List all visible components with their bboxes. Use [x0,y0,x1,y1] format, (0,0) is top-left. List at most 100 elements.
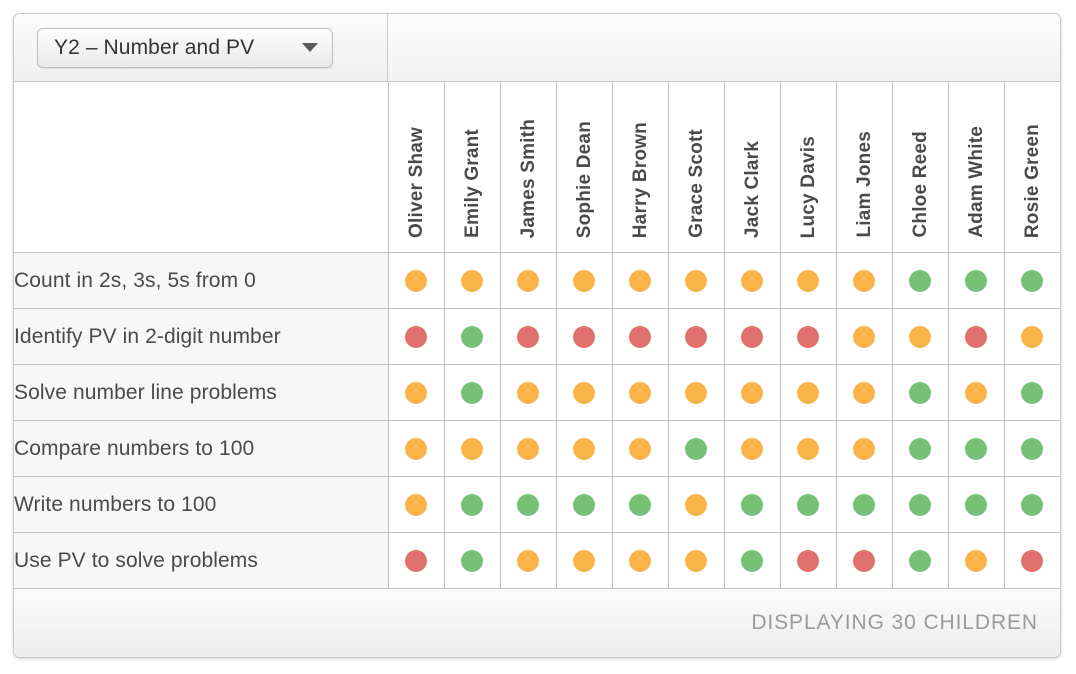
assessment-cell[interactable] [948,364,1005,421]
assessment-cell[interactable] [724,252,781,309]
assessment-cell[interactable] [836,532,893,589]
student-column-header[interactable]: Jack Clark [724,82,781,253]
assessment-cell[interactable] [668,420,725,477]
assessment-cell[interactable] [780,252,837,309]
assessment-cell[interactable] [556,476,613,533]
assessment-cell[interactable] [612,308,669,365]
objective-label[interactable]: Use PV to solve problems [14,532,389,589]
assessment-cell[interactable] [948,476,1005,533]
assessment-cell[interactable] [1004,476,1060,533]
student-column-header[interactable]: Lucy Davis [780,82,837,253]
assessment-cell[interactable] [892,252,949,309]
assessment-cell[interactable] [612,532,669,589]
assessment-cell[interactable] [836,252,893,309]
assessment-cell[interactable] [668,252,725,309]
assessment-cell[interactable] [612,364,669,421]
assessment-cell[interactable] [388,532,445,589]
table-footer: DISPLAYING 30 CHILDREN [14,589,1060,657]
assessment-cell[interactable] [724,308,781,365]
student-name-label: Sophie Dean [573,120,595,238]
assessment-cell[interactable] [444,532,501,589]
assessment-cell[interactable] [556,364,613,421]
status-dot-amber [405,269,427,292]
assessment-cell[interactable] [444,364,501,421]
assessment-cell[interactable] [388,252,445,309]
assessment-cell[interactable] [948,532,1005,589]
status-dot-amber [573,269,595,292]
assessment-cell[interactable] [500,252,557,309]
assessment-cell[interactable] [668,476,725,533]
student-column-header[interactable]: Oliver Shaw [388,82,445,253]
student-column-header[interactable]: Adam White [948,82,1005,253]
assessment-cell[interactable] [780,364,837,421]
assessment-cell[interactable] [500,364,557,421]
assessment-cell[interactable] [836,364,893,421]
student-column-header[interactable]: Emily Grant [444,82,501,253]
assessment-cell[interactable] [556,252,613,309]
status-dot-green [909,493,931,516]
assessment-cell[interactable] [892,308,949,365]
status-dot-red [405,549,427,572]
objective-label[interactable]: Solve number line problems [14,364,389,421]
assessment-cell[interactable] [444,476,501,533]
assessment-cell[interactable] [892,476,949,533]
assessment-cell[interactable] [444,420,501,477]
assessment-cell[interactable] [892,532,949,589]
assessment-cell[interactable] [948,308,1005,365]
assessment-cell[interactable] [780,308,837,365]
status-dot-green [741,493,763,516]
assessment-cell[interactable] [780,476,837,533]
assessment-cell[interactable] [1004,420,1060,477]
assessment-cell[interactable] [724,532,781,589]
assessment-cell[interactable] [388,308,445,365]
assessment-cell[interactable] [780,532,837,589]
assessment-cell[interactable] [500,532,557,589]
assessment-cell[interactable] [724,476,781,533]
assessment-cell[interactable] [1004,308,1060,365]
assessment-cell[interactable] [1004,532,1060,589]
objective-label[interactable]: Compare numbers to 100 [14,420,389,477]
objective-label[interactable]: Identify PV in 2-digit number [14,308,389,365]
assessment-cell[interactable] [444,252,501,309]
assessment-cell[interactable] [892,364,949,421]
assessment-cell[interactable] [780,420,837,477]
student-column-header[interactable]: Liam Jones [836,82,893,253]
student-column-header[interactable]: Grace Scott [668,82,725,253]
assessment-cell[interactable] [612,476,669,533]
student-column-header[interactable]: Sophie Dean [556,82,613,253]
assessment-cell[interactable] [388,476,445,533]
status-dot-amber [685,493,707,516]
assessment-cell[interactable] [556,308,613,365]
assessment-cell[interactable] [556,420,613,477]
student-column-header[interactable]: Harry Brown [612,82,669,253]
assessment-cell[interactable] [444,308,501,365]
assessment-cell[interactable] [668,532,725,589]
assessment-cell[interactable] [500,420,557,477]
objective-label[interactable]: Count in 2s, 3s, 5s from 0 [14,252,389,309]
assessment-cell[interactable] [836,420,893,477]
assessment-cell[interactable] [1004,252,1060,309]
assessment-cell[interactable] [892,420,949,477]
assessment-cell[interactable] [1004,364,1060,421]
assessment-cell[interactable] [500,476,557,533]
student-column-header[interactable]: James Smith [500,82,557,253]
assessment-cell[interactable] [388,364,445,421]
assessment-cell[interactable] [612,252,669,309]
status-dot-green [461,325,483,348]
assessment-cell[interactable] [668,364,725,421]
assessment-cell[interactable] [724,420,781,477]
assessment-cell[interactable] [556,532,613,589]
assessment-cell[interactable] [948,252,1005,309]
assessment-cell[interactable] [836,308,893,365]
assessment-cell[interactable] [724,364,781,421]
assessment-cell[interactable] [668,308,725,365]
assessment-cell[interactable] [612,420,669,477]
assessment-cell[interactable] [948,420,1005,477]
assessment-cell[interactable] [388,420,445,477]
assessment-cell[interactable] [500,308,557,365]
student-column-header[interactable]: Chloe Reed [892,82,949,253]
assessment-cell[interactable] [836,476,893,533]
objective-label[interactable]: Write numbers to 100 [14,476,389,533]
unit-select-dropdown[interactable]: Y2 – Number and PV [37,27,333,68]
student-column-header[interactable]: Rosie Green [1004,82,1060,253]
